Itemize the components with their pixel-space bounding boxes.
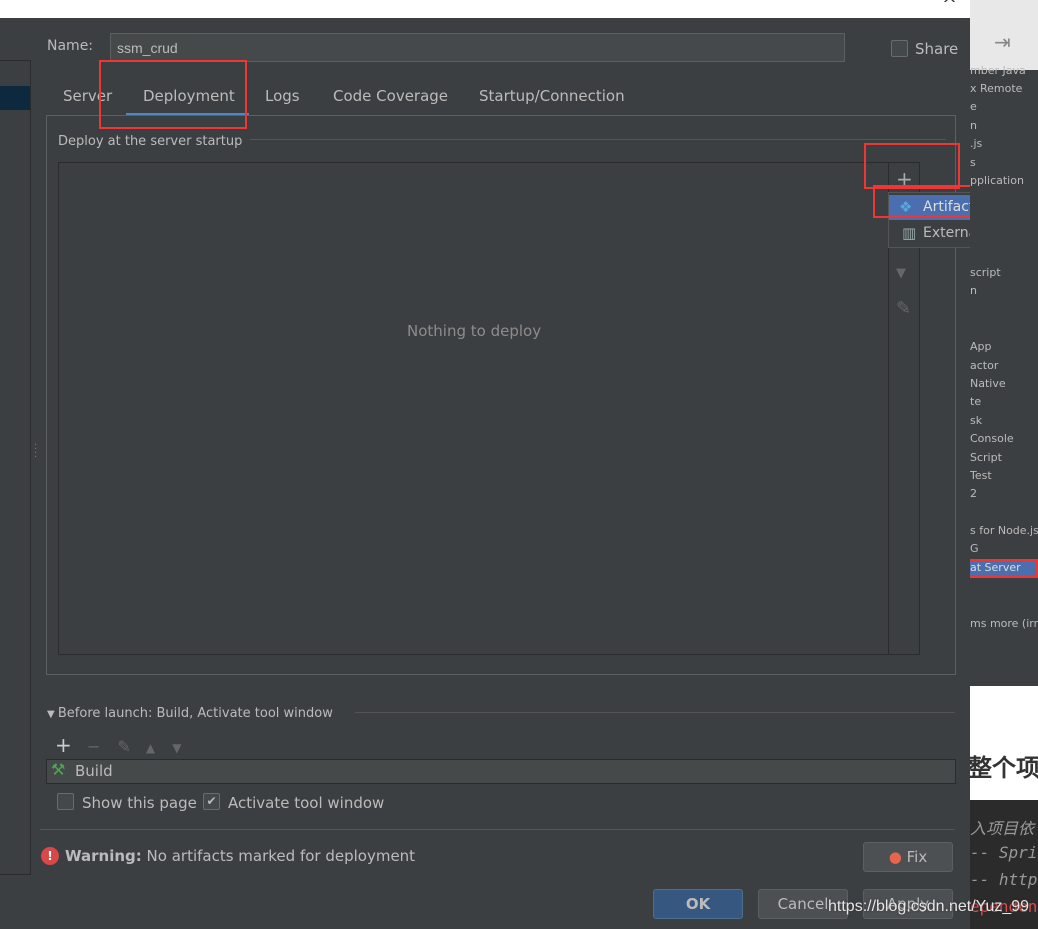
warning-icon: !	[41, 847, 59, 865]
bg-list-item: script	[970, 266, 1001, 279]
bg-list-item: Script	[970, 451, 1002, 464]
name-label: Name:	[47, 38, 94, 54]
bg-list-item: sk	[970, 414, 983, 427]
external-source-icon: ▥	[902, 224, 917, 242]
group-divider	[250, 139, 946, 140]
arrow-up-icon[interactable]: ▲	[146, 741, 155, 755]
arrow-down-icon[interactable]: ▼	[896, 266, 906, 281]
task-label: Build	[75, 762, 113, 780]
splitter-handle[interactable]: · · · ·	[34, 441, 37, 463]
tab-code-coverage[interactable]: Code Coverage	[333, 87, 448, 105]
bg-list-item: n	[970, 119, 977, 132]
bg-list-item: s	[970, 156, 976, 169]
background-toolbar: ⇥	[970, 0, 1038, 70]
article-area: 整个项	[970, 686, 1038, 800]
warning-text: No artifacts marked for deployment	[146, 847, 416, 865]
before-launch-divider	[355, 712, 955, 713]
activate-tool-window-checkbox[interactable]: ✔	[203, 793, 220, 810]
before-launch-label: Before launch: Build, Activate tool wind…	[57, 706, 333, 721]
bg-list-item: G	[970, 542, 979, 555]
name-input[interactable]	[110, 33, 845, 62]
code-line: -- http	[970, 870, 1038, 889]
ok-button[interactable]: OK	[653, 889, 743, 919]
markdown-export-icon: ⇥	[994, 30, 1011, 54]
selected-configuration[interactable]	[0, 86, 30, 110]
bg-list-item: actor	[970, 359, 999, 372]
bg-list-item: mber Java	[970, 64, 1026, 77]
bg-list-item: Native	[970, 377, 1006, 390]
tab-startup-connection[interactable]: Startup/Connection	[479, 87, 625, 105]
edit-icon[interactable]: ✎	[117, 737, 130, 756]
fix-label: Fix	[906, 848, 928, 866]
bg-list-item: n	[970, 284, 977, 297]
plus-icon[interactable]: +	[55, 733, 72, 757]
arrow-down-icon[interactable]: ▼	[172, 741, 181, 755]
background-window: ⇥ mber Java x Remote e n .js s pplicatio…	[970, 0, 1038, 929]
article-heading: 整个项	[970, 754, 1038, 782]
tab-logs[interactable]: Logs	[265, 87, 300, 105]
bg-list-item-selected: at Server	[970, 561, 1021, 574]
bg-list-item: te	[970, 395, 982, 408]
bg-list-item: 2	[970, 487, 977, 500]
bg-list-item: pplication	[970, 174, 1024, 187]
watermark: https://blog.csdn.net/Yuz_99	[828, 898, 1030, 915]
lightbulb-icon: ●	[888, 848, 902, 866]
code-line: 入项目依	[970, 819, 1035, 838]
share-checkbox[interactable]	[891, 40, 908, 57]
edit-icon[interactable]: ✎	[896, 298, 911, 319]
configurations-tree[interactable]	[0, 60, 31, 875]
bg-list-item: x Remote	[970, 82, 1023, 95]
deploy-group-label: Deploy at the server startup	[58, 134, 243, 149]
bg-list-item: App	[970, 340, 992, 353]
hammer-icon: ⚒	[51, 760, 66, 779]
bg-list-item: ms more (irre	[970, 617, 1038, 630]
minus-icon[interactable]: −	[87, 737, 100, 756]
close-icon[interactable]: ^	[942, 0, 957, 15]
empty-state-text: Nothing to deploy	[407, 322, 542, 340]
fix-button[interactable]: ● Fix	[863, 842, 953, 872]
before-launch-toggle[interactable]: ▼ Before launch: Build, Activate tool wi…	[47, 706, 333, 721]
bg-list-item: e	[970, 100, 977, 113]
task-row-build[interactable]: ⚒ Build	[46, 759, 956, 784]
title-bar	[0, 0, 970, 18]
highlight-box	[99, 60, 247, 129]
bg-list-item: Console	[970, 432, 1014, 445]
bg-list-item: Test	[970, 469, 992, 482]
share-label: Share	[915, 40, 959, 58]
warning-label: Warning:	[65, 847, 142, 865]
show-page-checkbox[interactable]	[57, 793, 74, 810]
activate-tool-window-label: Activate tool window	[228, 794, 385, 812]
warning-message: Warning: No artifacts marked for deploym…	[65, 847, 415, 865]
before-launch-toolbar: + − ✎ ▲ ▼	[55, 733, 181, 757]
deploy-list[interactable]	[58, 162, 920, 655]
highlight-box	[864, 143, 960, 189]
bg-list-item: .js	[970, 137, 983, 150]
show-page-label: Show this page	[82, 794, 197, 812]
divider	[40, 829, 955, 830]
bg-list-item: s for Node.js	[970, 524, 1038, 537]
code-line: -- Spri	[970, 843, 1038, 862]
